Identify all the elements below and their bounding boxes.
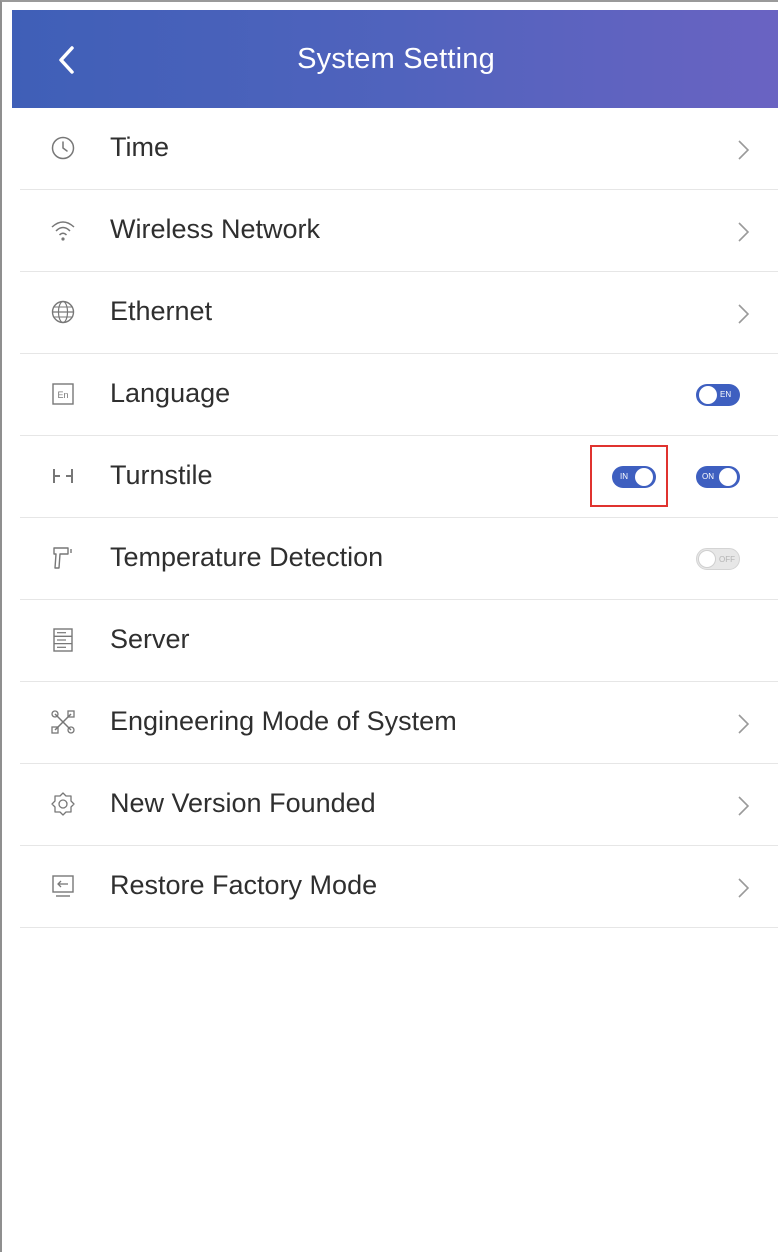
setting-row-server[interactable]: Server [20,600,778,682]
setting-label-ethernet: Ethernet [110,296,213,326]
turnstile-icon [53,469,73,483]
server-icon [53,628,73,652]
setting-row-restore-factory[interactable]: Restore Factory Mode [20,846,778,928]
toggle-knob [635,468,653,486]
setting-label-temperature-detection: Temperature Detection [110,542,384,572]
setting-label-time: Time [110,132,169,162]
restore-icon [52,875,74,897]
setting-label-server: Server [110,624,190,654]
turnstile-enable-text: ON [702,472,714,481]
temperature-toggle-text: OFF [719,555,735,564]
chevron-right-icon [738,796,750,816]
chevron-right-icon [738,304,750,324]
setting-label-restore-factory: Restore Factory Mode [110,870,378,900]
setting-label-new-version: New Version Founded [110,788,376,818]
chevron-right-icon [738,140,750,160]
setting-label-language: Language [110,378,231,408]
setting-row-temperature-detection: Temperature Detection OFF [20,518,778,600]
wifi-icon [51,221,75,241]
chevron-right-icon [738,878,750,898]
setting-row-ethernet[interactable]: Ethernet [20,272,778,354]
tools-icon [51,710,75,734]
settings-list: Time Wireless Network Ethernet En Langua… [20,108,778,928]
language-toggle-text: EN [720,390,732,399]
setting-label-engineering-mode: Engineering Mode of System [110,706,457,736]
language-toggle[interactable]: EN [696,384,740,406]
globe-icon [51,300,75,324]
turnstile-direction-toggle[interactable]: IN [612,466,656,488]
toggle-knob [719,468,737,486]
language-en-icon: En [52,383,74,405]
turnstile-direction-text: IN [620,472,628,481]
clock-icon [51,136,75,160]
toggle-knob [699,386,717,404]
turnstile-enable-toggle[interactable]: ON [696,466,740,488]
page-title: System Setting [297,43,495,75]
app-frame: System Setting Time Wireless Network Eth… [0,0,778,1252]
setting-label-turnstile: Turnstile [110,460,213,490]
temperature-toggle[interactable]: OFF [696,548,740,570]
svg-text:En: En [57,390,68,400]
setting-row-language: En Language EN [20,354,778,436]
chevron-right-icon [738,222,750,242]
setting-label-wireless-network: Wireless Network [110,214,321,244]
title-bar: System Setting [12,10,778,108]
setting-row-time[interactable]: Time [20,108,778,190]
setting-row-wireless-network[interactable]: Wireless Network [20,190,778,272]
toggle-knob [698,550,716,568]
thermometer-gun-icon [53,547,72,569]
gear-icon [51,792,75,816]
setting-row-new-version[interactable]: New Version Founded [20,764,778,846]
chevron-right-icon [738,714,750,734]
setting-row-engineering-mode[interactable]: Engineering Mode of System [20,682,778,764]
setting-row-turnstile: Turnstile IN ON [20,436,778,518]
